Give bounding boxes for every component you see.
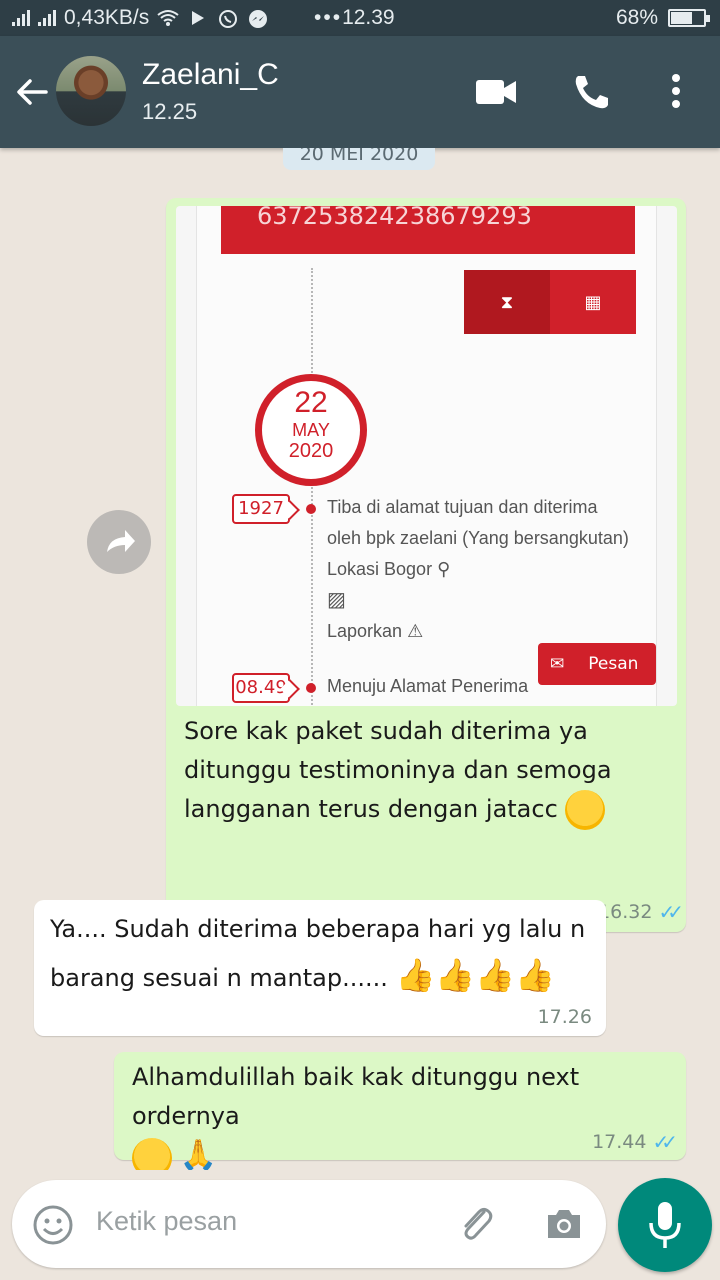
play-store-icon (187, 9, 209, 27)
signal-icon-2 (38, 10, 56, 26)
avatar[interactable] (56, 56, 126, 126)
read-ticks-icon: ✓✓ (658, 900, 683, 924)
wifi-icon (157, 9, 179, 27)
emoji-icon[interactable] (32, 1204, 74, 1246)
chat-area[interactable]: 20 MEI 2020 637253824238679293 ⧗ ▦ 22 MA… (0, 148, 720, 1170)
phone-icon[interactable] (570, 72, 614, 112)
pesan-button: ✉ Pesan (538, 643, 656, 685)
emoji-line: 🙏 (132, 1136, 672, 1170)
date-month: MAY (292, 420, 330, 440)
network-speed: 0,43KB/s (64, 6, 150, 29)
read-ticks-icon: ✓✓ (652, 1130, 677, 1154)
message-outgoing-image[interactable]: 637253824238679293 ⧗ ▦ 22 MAY 2020 1927 … (166, 198, 686, 932)
calendar-icon: ▦ (550, 270, 636, 334)
folded-hands-emoji: 🙏 (179, 1138, 217, 1170)
tracking-number: 637253824238679293 (221, 206, 635, 254)
signal-icon (12, 10, 30, 26)
message-meta: 16.32 ✓✓ (598, 900, 684, 924)
forward-button[interactable] (87, 510, 151, 574)
more-vert-icon[interactable] (654, 72, 694, 112)
timeline-line (311, 268, 313, 706)
messenger-icon (247, 9, 269, 28)
status-bar: 0,43KB/s •••12.39 68% (0, 0, 720, 36)
date-day: 22 (294, 386, 328, 419)
back-arrow-icon[interactable] (14, 74, 50, 110)
event-line: Menuju Alamat Penerima (327, 676, 529, 696)
message-input[interactable]: Ketik pesan (96, 1206, 237, 1237)
message-incoming[interactable]: Ya.... Sudah diterima beberapa hari yg l… (34, 900, 606, 1036)
clock: 12.39 (342, 6, 395, 29)
pesan-label: Pesan (588, 654, 639, 674)
mail-icon: ✉ (550, 654, 565, 674)
camera-icon[interactable] (542, 1202, 586, 1246)
last-seen: 12.25 (142, 99, 198, 124)
battery-percent: 68% (615, 6, 658, 29)
smiling-face-emoji (132, 1138, 172, 1170)
message-line-2: barang sesuai n mantap...... 👍👍👍👍 (50, 956, 555, 994)
message-outgoing[interactable]: Alhamdulillah baik kak ditunggu next ord… (114, 1052, 686, 1170)
attach-icon[interactable] (454, 1202, 498, 1246)
thumbs-up-emoji: 👍👍👍👍 (395, 956, 555, 994)
warning-icon: ⚠ (407, 621, 424, 641)
event-line: oleh bpk zaelani (Yang bersangkutan) (327, 528, 629, 548)
message-time: 17.26 (537, 1006, 592, 1028)
timeline-dot (306, 504, 316, 514)
battery-icon (668, 9, 710, 27)
event-time: 1927 (232, 494, 290, 524)
message-meta: 17.26 (538, 1006, 592, 1028)
message-input-bar[interactable]: Ketik pesan (12, 1180, 606, 1268)
forward-icon (107, 530, 135, 552)
mic-button[interactable] (618, 1178, 712, 1272)
event-location: Lokasi Bogor ⚲ (327, 559, 451, 579)
message-time: 17.44 (592, 1131, 647, 1153)
date-circle: 22 MAY 2020 (255, 374, 367, 486)
video-call-icon[interactable] (474, 72, 518, 112)
image-icon: ▨ (327, 589, 346, 611)
hourglass-icon: ⧗ (464, 270, 550, 334)
location-pin-icon: ⚲ (437, 559, 451, 579)
notification-dots: ••• (314, 6, 343, 29)
tracking-screenshot: 637253824238679293 ⧗ ▦ 22 MAY 2020 1927 … (196, 206, 657, 706)
message-time: 16.32 (598, 901, 653, 923)
mic-icon (649, 1202, 681, 1248)
date-year: 2020 (288, 440, 334, 462)
message-text: Sore kak paket sudah diterima ya ditungg… (184, 712, 614, 830)
message-line: Ya.... Sudah diterima beberapa hari yg l… (50, 915, 586, 943)
event-description: Tiba di alamat tujuan dan diterima oleh … (327, 492, 629, 647)
shared-image[interactable]: 637253824238679293 ⧗ ▦ 22 MAY 2020 1927 … (176, 206, 677, 706)
message-text: Alhamdulillah baik kak ditunggu next ord… (132, 1058, 672, 1170)
message-meta: 17.44 ✓✓ (592, 1130, 678, 1154)
event-line: Tiba di alamat tujuan dan diterima (327, 497, 598, 517)
chat-header: Zaelani_C 12.25 (0, 36, 720, 148)
date-chip: 20 MEI 2020 (283, 148, 435, 170)
whatsapp-icon (217, 9, 239, 28)
smiling-face-with-hearts-emoji (565, 790, 606, 830)
timeline-dot (306, 683, 316, 693)
view-toggle: ⧗ ▦ (464, 270, 636, 334)
message-line: Alhamdulillah baik kak ditunggu next ord… (132, 1063, 580, 1130)
event-time: 08.49 (232, 673, 290, 703)
message-text: Ya.... Sudah diterima beberapa hari yg l… (50, 906, 590, 1001)
contact-name[interactable]: Zaelani_C (142, 58, 279, 92)
